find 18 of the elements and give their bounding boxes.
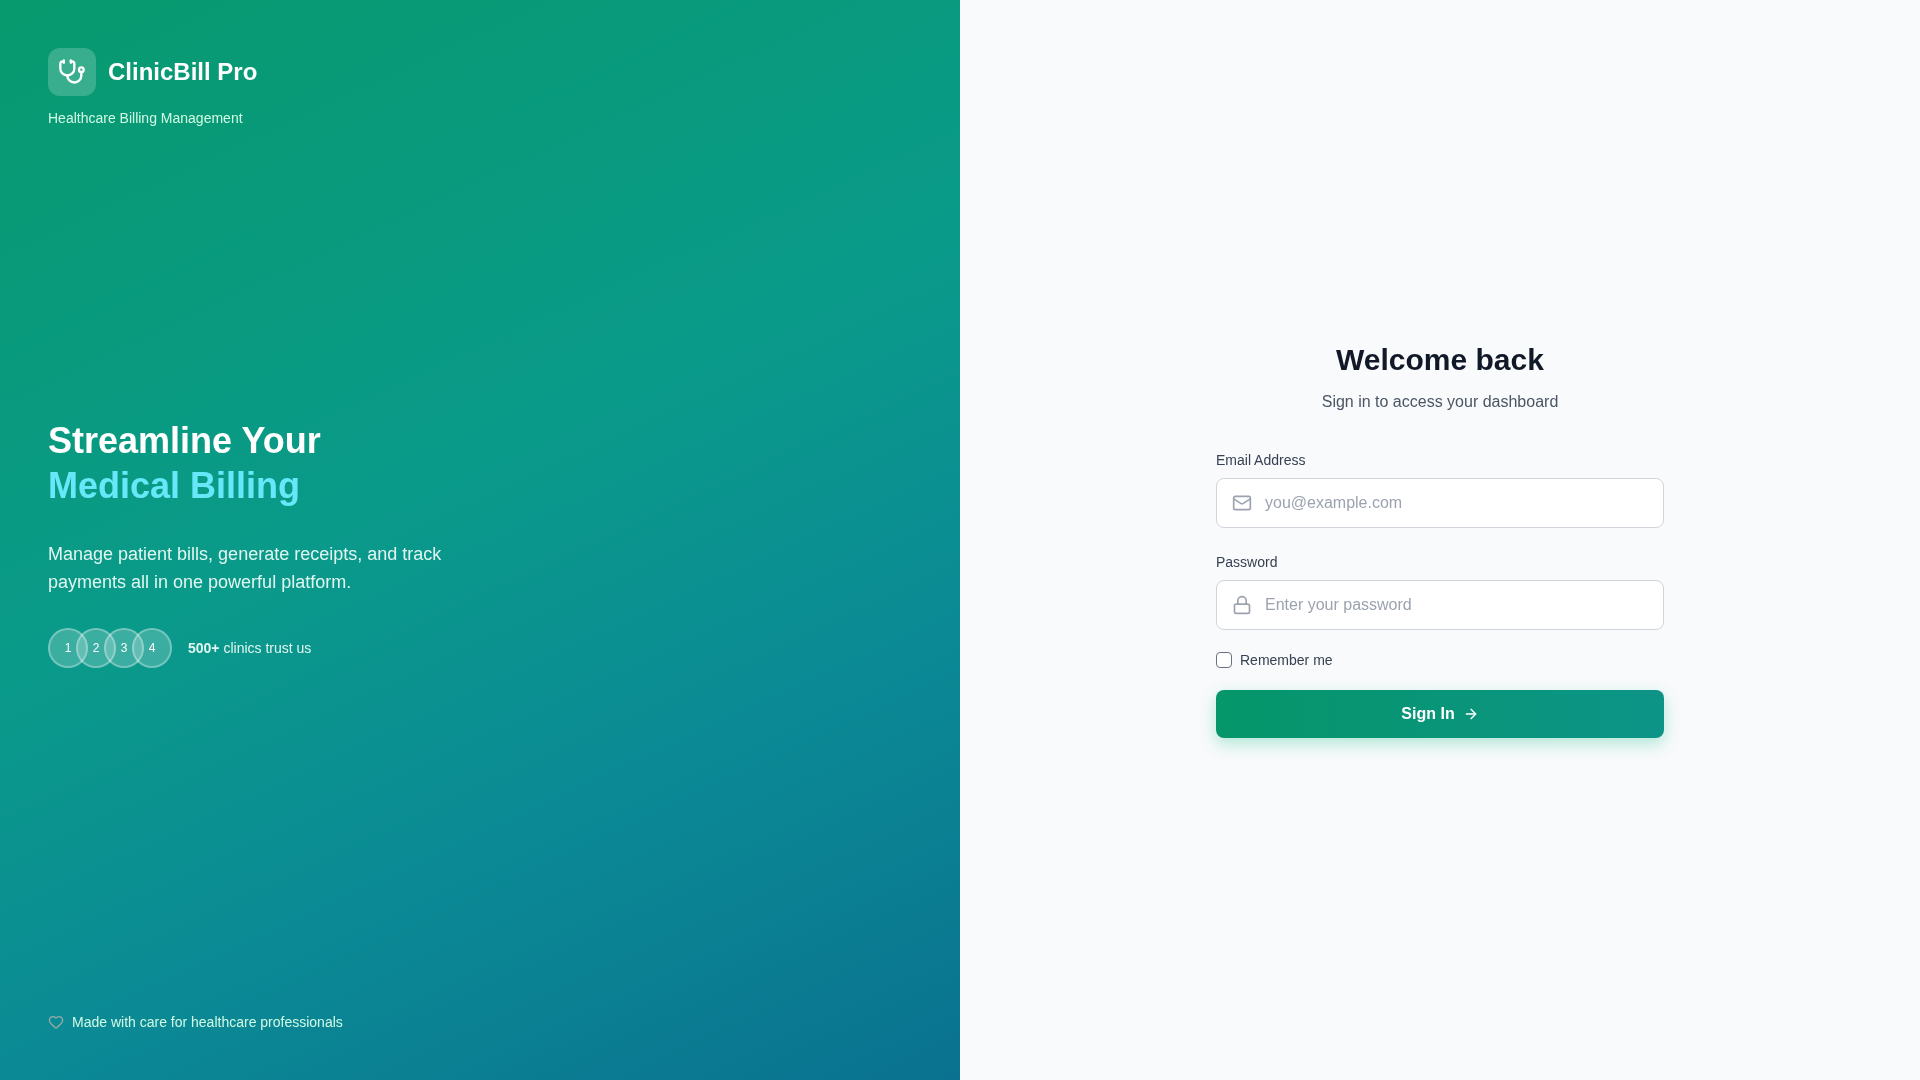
hero-title: Streamline Your [48, 418, 322, 463]
remember-checkbox[interactable] [1216, 652, 1232, 668]
email-field[interactable]: you@example.com [1216, 478, 1664, 528]
brand-tagline: Healthcare Billing Management [48, 109, 244, 128]
field-label: Email Address [1216, 451, 1307, 470]
password-field[interactable]: Enter your password [1216, 580, 1664, 630]
footer-text: Made with care for healthcare professionals [72, 1013, 343, 1032]
form-subtitle: Sign in to access your dashboard [1320, 392, 1560, 412]
remember-label: Remember me [1240, 651, 1333, 670]
brand-name: ClinicBill Pro [108, 57, 258, 87]
trust-text: 500+ clinics trust us [188, 638, 312, 658]
field-label: Password [1216, 553, 1279, 572]
form-title: Welcome back [1335, 342, 1545, 378]
heart-icon [48, 1014, 64, 1030]
hero-description: Manage patient bills, generate receipts, and track payments all in one powerful platform. [48, 542, 443, 594]
stethoscope-icon [48, 48, 96, 96]
hero-title-highlight: Medical Billing [48, 463, 302, 508]
sign-in-button[interactable]: Sign In [1216, 690, 1664, 738]
